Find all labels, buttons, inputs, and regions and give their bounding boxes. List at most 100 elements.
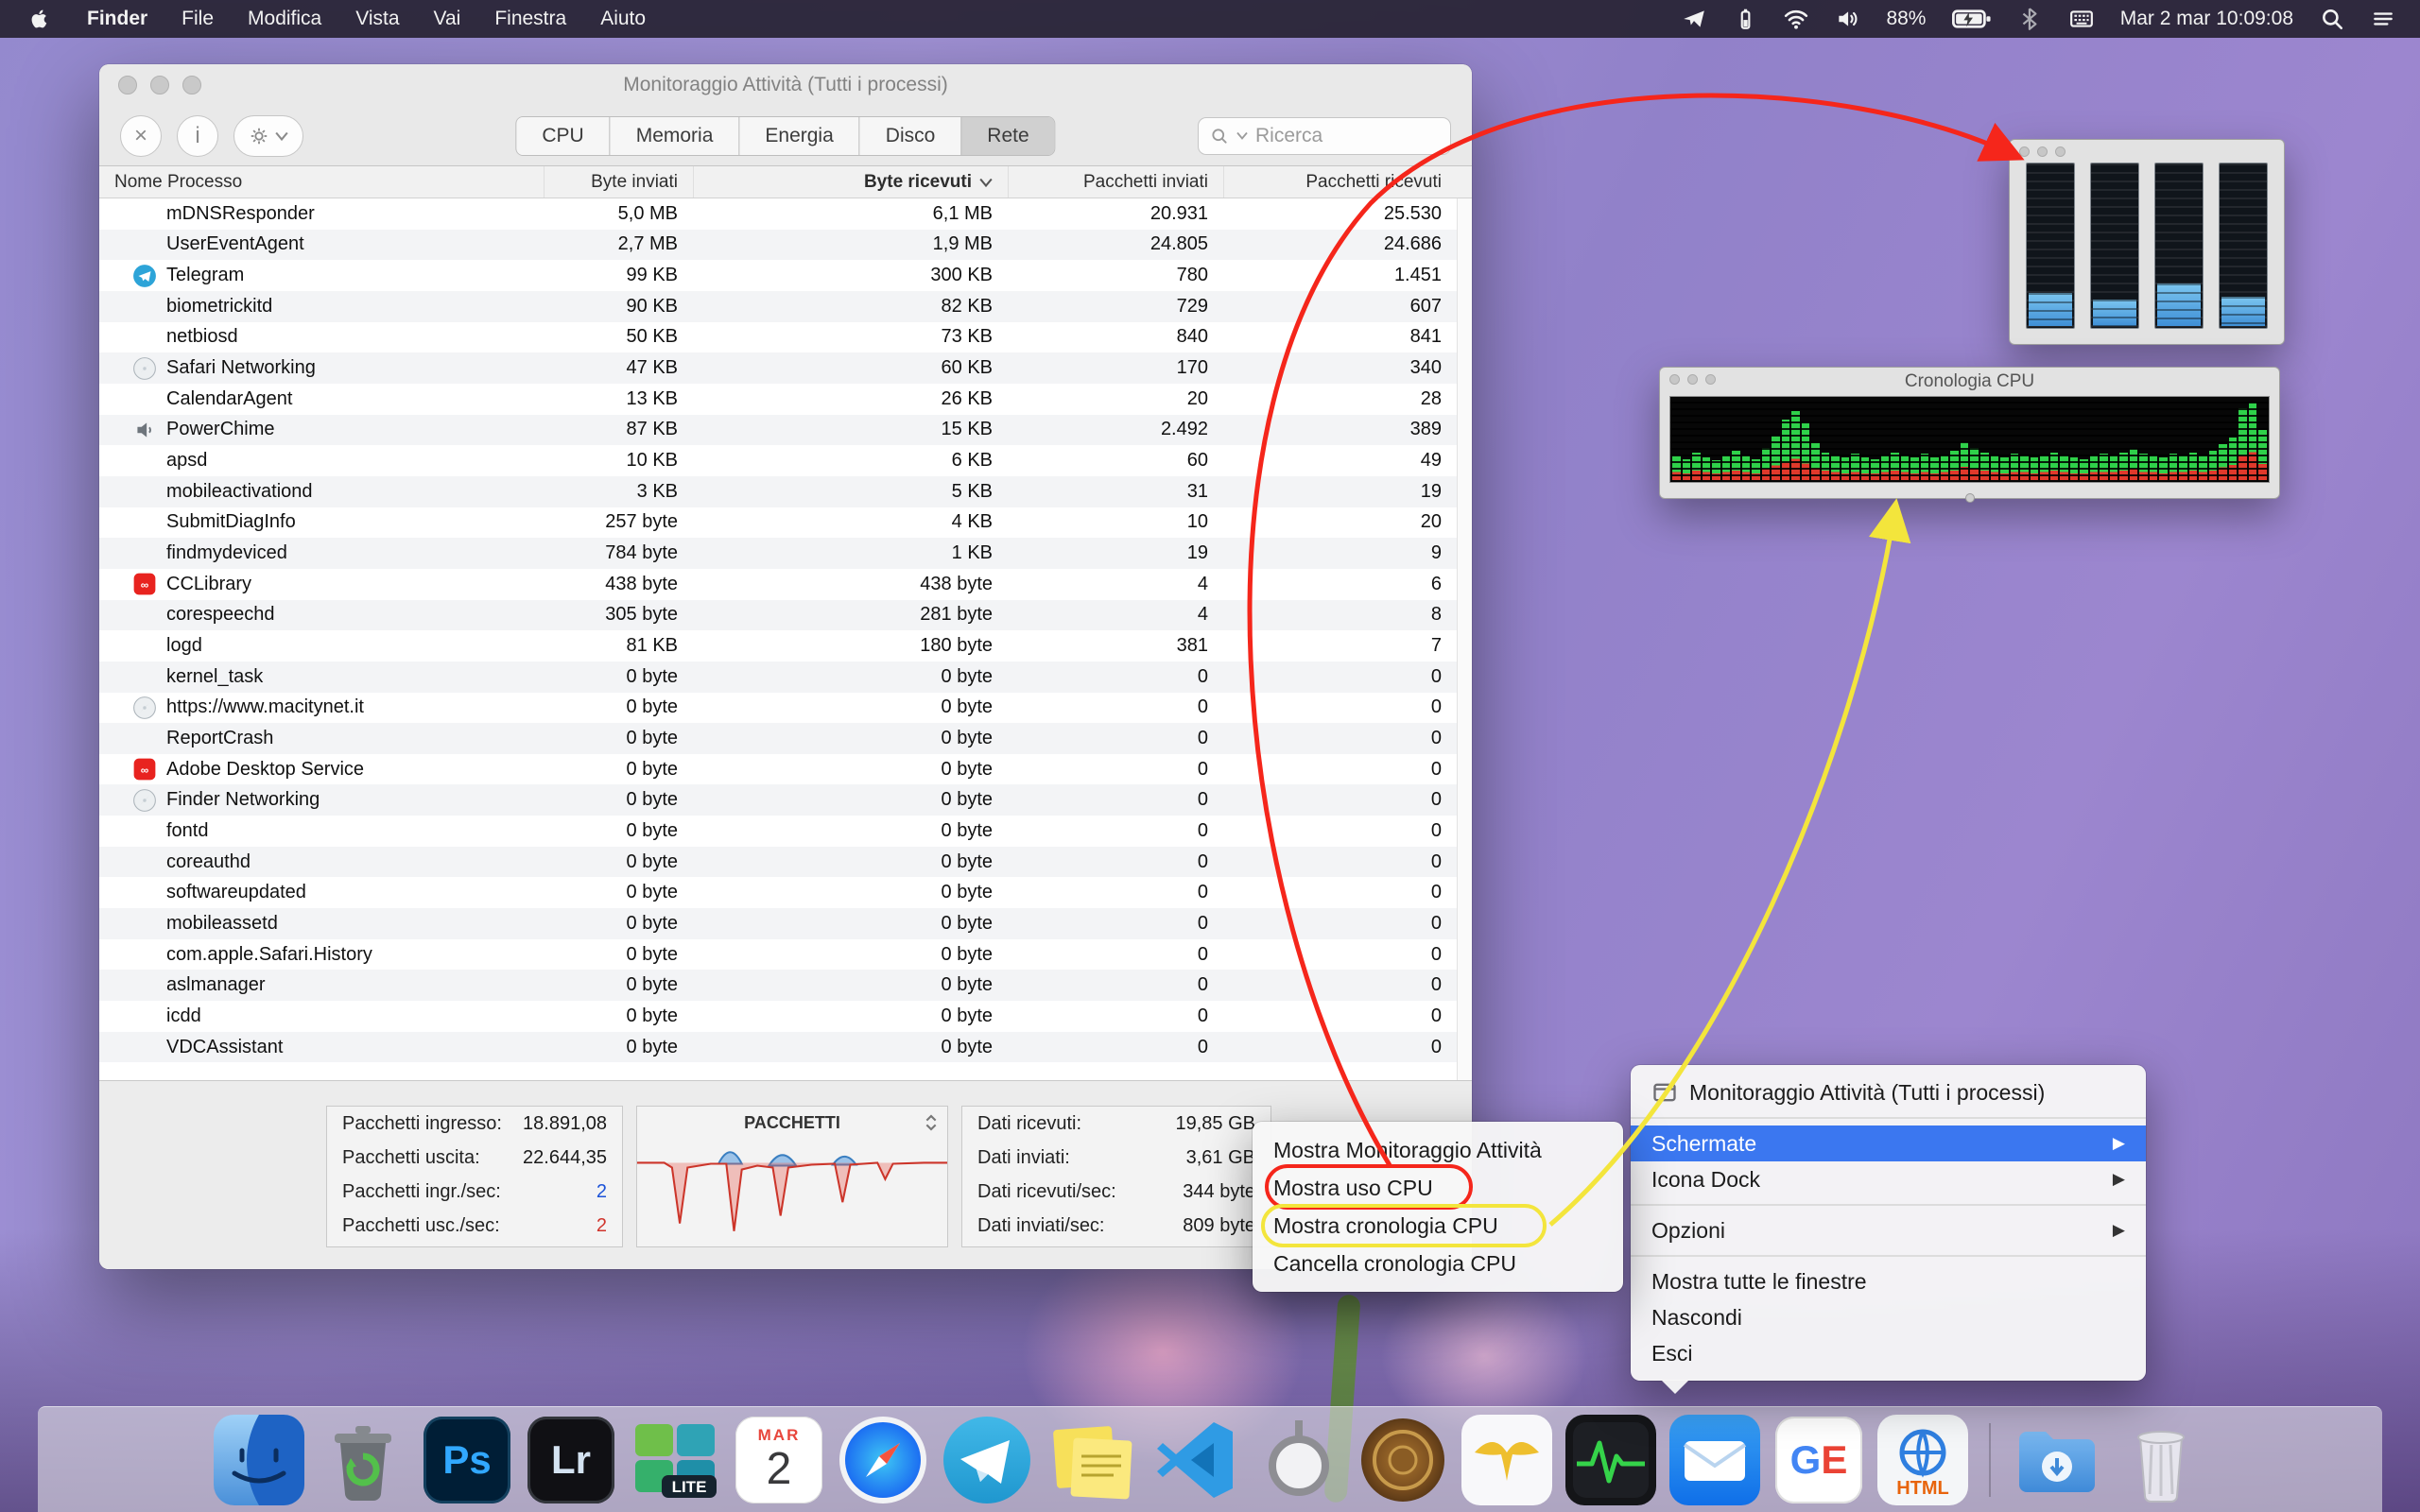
dock-icon-wings-app[interactable] <box>1461 1415 1552 1505</box>
minimize-button[interactable] <box>2037 146 2048 157</box>
table-row[interactable]: netbiosd 50 KB 73 KB 840 841 <box>99 322 1472 353</box>
table-row[interactable]: ∞Adobe Desktop Service 0 byte 0 byte 0 0 <box>99 754 1472 785</box>
cpu-history-window[interactable]: Cronologia CPU <box>1659 367 2280 499</box>
dock-icon-activity-monitor[interactable] <box>1565 1415 1656 1505</box>
column-header-4[interactable]: Pacchetti ricevuti <box>1223 166 1457 198</box>
tab-cpu[interactable]: CPU <box>516 117 609 155</box>
submenu-item-cancella-cronologia-cpu[interactable]: Cancella cronologia CPU <box>1253 1245 1623 1282</box>
spotlight-search-icon[interactable] <box>2320 7 2344 31</box>
table-row[interactable]: apsd 10 KB 6 KB 60 49 <box>99 445 1472 476</box>
scrollbar[interactable] <box>1457 198 1472 1080</box>
minimize-button[interactable] <box>1687 374 1698 385</box>
menu-item-nascondi[interactable]: Nascondi <box>1631 1299 2146 1335</box>
menu-item-schermate[interactable]: Schermate▶ <box>1631 1125 2146 1161</box>
search-input[interactable]: Ricerca <box>1198 117 1451 155</box>
table-row[interactable]: softwareupdated 0 byte 0 byte 0 0 <box>99 877 1472 908</box>
minimize-button[interactable] <box>150 76 169 94</box>
table-row[interactable]: CalendarAgent 13 KB 26 KB 20 28 <box>99 384 1472 415</box>
column-header-0[interactable]: Nome Processo <box>99 166 544 198</box>
menu-item-esci[interactable]: Esci <box>1631 1335 2146 1371</box>
zoom-button[interactable] <box>2055 146 2066 157</box>
input-source-icon[interactable] <box>2069 7 2094 31</box>
dock-icon-trash[interactable] <box>2116 1415 2206 1505</box>
resize-handle[interactable] <box>1965 493 1975 503</box>
table-row[interactable]: UserEventAgent 2,7 MB 1,9 MB 24.805 24.6… <box>99 230 1472 261</box>
close-button[interactable] <box>1669 374 1680 385</box>
dock-icon-stickies[interactable] <box>1046 1415 1136 1505</box>
column-header-3[interactable]: Pacchetti inviati <box>1008 166 1223 198</box>
submenu-item-mostra-uso-cpu[interactable]: Mostra uso CPU <box>1253 1169 1623 1207</box>
table-row[interactable]: VDCAssistant 0 byte 0 byte 0 0 <box>99 1032 1472 1063</box>
table-row[interactable]: ReportCrash 0 byte 0 byte 0 0 <box>99 723 1472 754</box>
table-row[interactable]: aslmanager 0 byte 0 byte 0 0 <box>99 970 1472 1001</box>
menubar-menu-file[interactable]: File <box>164 8 231 30</box>
dock-icon-recycle-app[interactable] <box>318 1415 408 1505</box>
dock-icon-vscode[interactable] <box>1150 1415 1240 1505</box>
graph-type-stepper[interactable] <box>925 1113 938 1132</box>
table-row[interactable]: biometrickitd 90 KB 82 KB 729 607 <box>99 291 1472 322</box>
dock-icon-finder[interactable] <box>214 1415 304 1505</box>
menubar-menu-aiuto[interactable]: Aiuto <box>583 8 663 30</box>
dock-icon-ge-app[interactable]: GE <box>1773 1415 1864 1505</box>
menubar-menu-finestra[interactable]: Finestra <box>477 8 583 30</box>
cpu-history-titlebar[interactable]: Cronologia CPU <box>1660 368 2279 396</box>
battery-charging-icon[interactable] <box>1952 9 1991 29</box>
table-row[interactable]: mDNSResponder 5,0 MB 6,1 MB 20.931 25.53… <box>99 198 1472 230</box>
telegram-status-icon[interactable] <box>1682 7 1706 31</box>
table-row[interactable]: icdd 0 byte 0 byte 0 0 <box>99 1001 1472 1032</box>
dock-icon-mail[interactable] <box>1669 1415 1760 1505</box>
table-row[interactable]: mobileassetd 0 byte 0 byte 0 0 <box>99 908 1472 939</box>
table-row[interactable]: ∞CCLibrary 438 byte 438 byte 4 6 <box>99 569 1472 600</box>
table-row[interactable]: com.apple.Safari.History 0 byte 0 byte 0… <box>99 939 1472 971</box>
dock-icon-downloads-folder[interactable] <box>2012 1415 2102 1505</box>
menu-item-icona-dock[interactable]: Icona Dock▶ <box>1631 1161 2146 1197</box>
table-row[interactable]: kernel_task 0 byte 0 byte 0 0 <box>99 662 1472 693</box>
menubar-menu-vista[interactable]: Vista <box>338 8 416 30</box>
dock-icon-seal-app[interactable] <box>1357 1415 1448 1505</box>
notification-center-icon[interactable] <box>2371 7 2395 31</box>
menubar-menu-vai[interactable]: Vai <box>417 8 478 30</box>
menubar-menu-modifica[interactable]: Modifica <box>231 8 338 30</box>
table-row[interactable]: findmydeviced 784 byte 1 KB 19 9 <box>99 538 1472 569</box>
tab-memoria[interactable]: Memoria <box>610 117 739 155</box>
dock-icon-calendar[interactable]: MAR2 <box>734 1415 824 1505</box>
tab-rete[interactable]: Rete <box>960 117 1054 155</box>
dock-icon-telegram[interactable] <box>942 1415 1032 1505</box>
table-row[interactable]: SubmitDiagInfo 257 byte 4 KB 10 20 <box>99 507 1472 539</box>
column-header-1[interactable]: Byte inviati <box>544 166 693 198</box>
apple-menu[interactable] <box>0 8 70 30</box>
cpu-usage-window[interactable] <box>2009 139 2285 345</box>
zoom-button[interactable] <box>1705 374 1716 385</box>
submenu-item-mostra-cronologia-cpu[interactable]: Mostra cronologia CPU <box>1253 1207 1623 1245</box>
cpu-usage-titlebar[interactable] <box>2010 140 2284 161</box>
tab-disco[interactable]: Disco <box>859 117 961 155</box>
dock-icon-html-app[interactable]: HTML <box>1877 1415 1968 1505</box>
table-row[interactable]: Telegram 99 KB 300 KB 780 1.451 <box>99 260 1472 291</box>
window-titlebar[interactable]: Monitoraggio Attività (Tutti i processi) <box>99 64 1472 106</box>
tab-energia[interactable]: Energia <box>738 117 858 155</box>
table-row[interactable]: https://www.macitynet.it 0 byte 0 byte 0… <box>99 693 1472 724</box>
table-row[interactable]: Safari Networking 47 KB 60 KB 170 340 <box>99 352 1472 384</box>
device-battery-icon[interactable] <box>1733 7 1757 31</box>
zoom-button[interactable] <box>182 76 201 94</box>
table-row[interactable]: fontd 0 byte 0 byte 0 0 <box>99 816 1472 847</box>
table-row[interactable]: coreauthd 0 byte 0 byte 0 0 <box>99 847 1472 878</box>
dock-icon-lightroom[interactable]: Lr <box>526 1415 616 1505</box>
table-row[interactable]: PowerChime 87 KB 15 KB 2.492 389 <box>99 415 1472 446</box>
menubar-app-name[interactable]: Finder <box>70 8 164 30</box>
close-button[interactable] <box>118 76 137 94</box>
table-row[interactable]: mobileactivationd 3 KB 5 KB 31 19 <box>99 476 1472 507</box>
submenu-item-mostra-monitoraggio-attivit-[interactable]: Mostra Monitoraggio Attività <box>1253 1131 1623 1169</box>
menu-item-mostra-tutte-le-finestre[interactable]: Mostra tutte le finestre <box>1631 1263 2146 1299</box>
settings-dropdown-button[interactable] <box>233 115 303 157</box>
column-header-2[interactable]: Byte ricevuti <box>693 166 1008 198</box>
wifi-icon[interactable] <box>1784 7 1808 31</box>
menu-item-app-window[interactable]: Monitoraggio Attività (Tutti i processi) <box>1631 1074 2146 1110</box>
table-row[interactable]: Finder Networking 0 byte 0 byte 0 0 <box>99 784 1472 816</box>
menu-item-opzioni[interactable]: Opzioni▶ <box>1631 1212 2146 1248</box>
quit-process-button[interactable]: × <box>120 115 162 157</box>
dock-icon-mosaic-lite[interactable]: LITE <box>630 1415 720 1505</box>
dock-icon-lens-app[interactable] <box>1253 1415 1344 1505</box>
volume-icon[interactable] <box>1835 7 1859 31</box>
table-row[interactable]: corespeechd 305 byte 281 byte 4 8 <box>99 600 1472 631</box>
